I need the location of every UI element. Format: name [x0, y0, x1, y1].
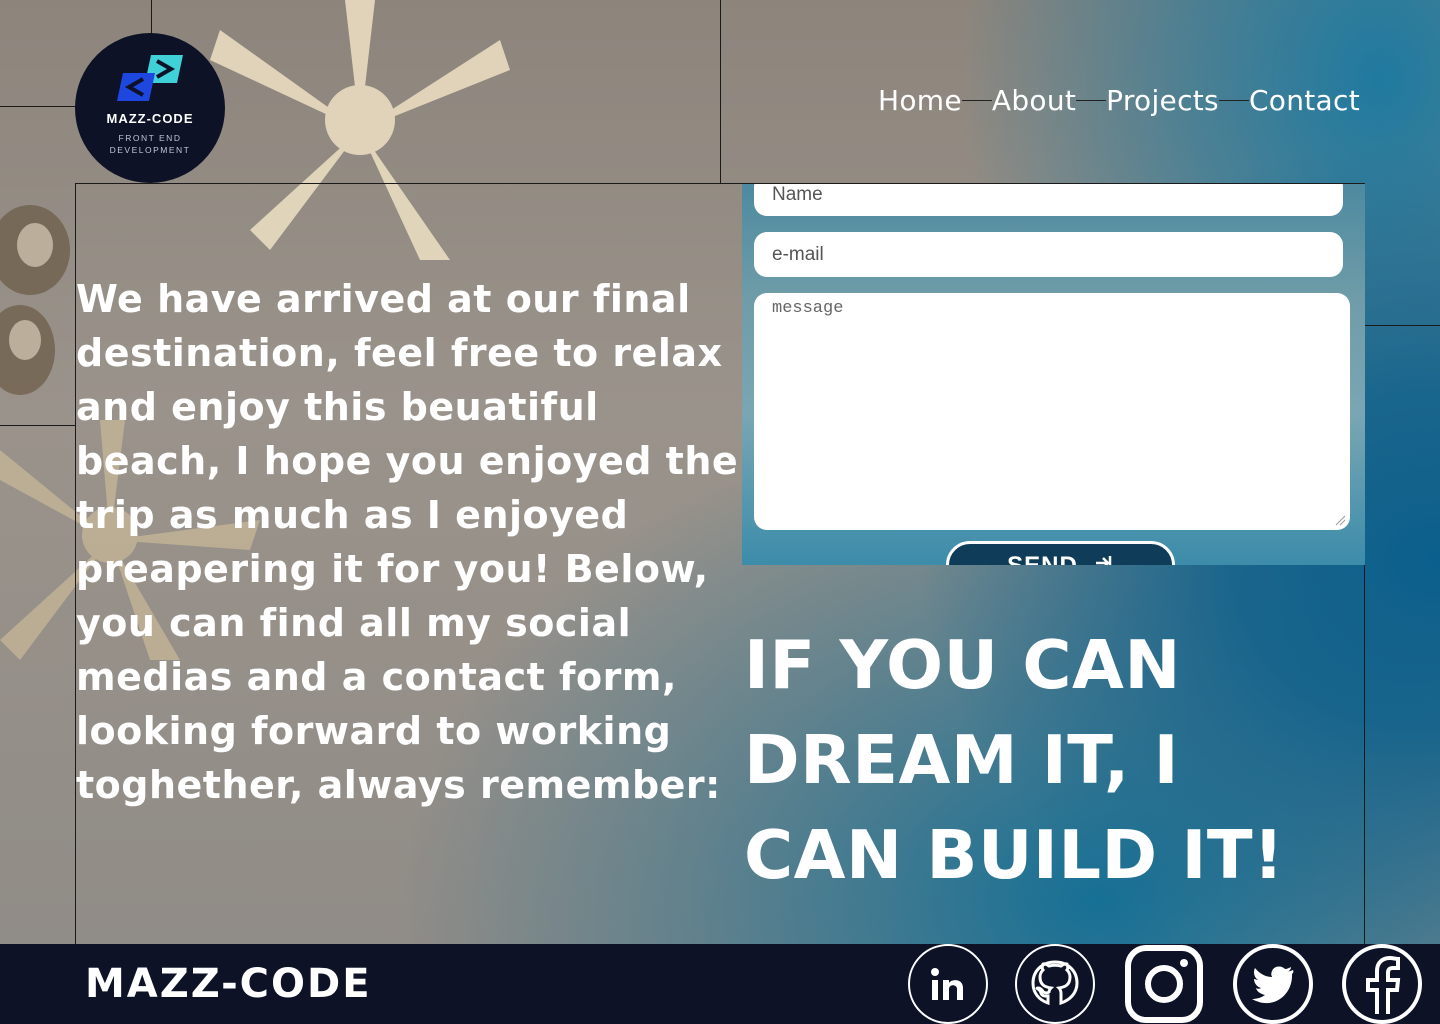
instagram-icon[interactable] — [1124, 944, 1204, 1024]
resize-handle-icon[interactable] — [1334, 514, 1346, 526]
linkedin-icon[interactable] — [908, 944, 988, 1024]
footer-brand: MAZZ-CODE — [85, 961, 372, 1007]
send-button[interactable]: SEND — [946, 541, 1175, 565]
logo-tagline: FRONT END DEVELOPMENT — [110, 132, 191, 156]
nav-contact[interactable]: Contact — [1249, 84, 1360, 117]
nav-separator — [961, 100, 992, 101]
grid-line — [1365, 325, 1440, 326]
twitter-icon[interactable] — [1233, 944, 1313, 1024]
logo-tagline-line1: FRONT END — [118, 133, 182, 143]
email-input[interactable]: e-mail — [754, 232, 1343, 277]
nav-about[interactable]: About — [992, 84, 1076, 117]
logo[interactable]: MAZZ-CODE FRONT END DEVELOPMENT — [75, 33, 225, 183]
nav-home[interactable]: Home — [878, 84, 962, 117]
logo-tagline-line2: DEVELOPMENT — [109, 145, 191, 155]
name-placeholder: Name — [772, 184, 823, 205]
nav-separator — [1076, 100, 1107, 101]
logo-name: MAZZ-CODE — [106, 111, 194, 126]
main-nav: Home About Projects Contact — [878, 84, 1360, 117]
contact-form: Name e-mail message SEND — [742, 184, 1365, 565]
grid-line — [0, 106, 78, 107]
email-placeholder: e-mail — [772, 243, 824, 265]
facebook-icon[interactable] — [1342, 944, 1422, 1024]
grid-line — [0, 425, 76, 426]
nav-separator — [1218, 100, 1249, 101]
send-label: SEND — [1007, 552, 1078, 565]
grid-line — [151, 0, 152, 35]
message-textarea[interactable]: message — [754, 293, 1350, 530]
name-input[interactable]: Name — [754, 184, 1343, 216]
intro-text: We have arrived at our final destination… — [76, 277, 739, 807]
motto-quote: IF YOU CAN DREAM IT, I CAN BUILD IT! — [744, 626, 1285, 894]
code-brackets-icon — [117, 55, 183, 101]
nav-projects[interactable]: Projects — [1106, 84, 1219, 117]
message-placeholder: message — [772, 299, 844, 318]
github-icon[interactable] — [1015, 944, 1095, 1024]
footer: MAZZ-CODE — [0, 944, 1440, 1024]
grid-line — [720, 0, 721, 184]
send-arrow-icon — [1095, 556, 1112, 565]
